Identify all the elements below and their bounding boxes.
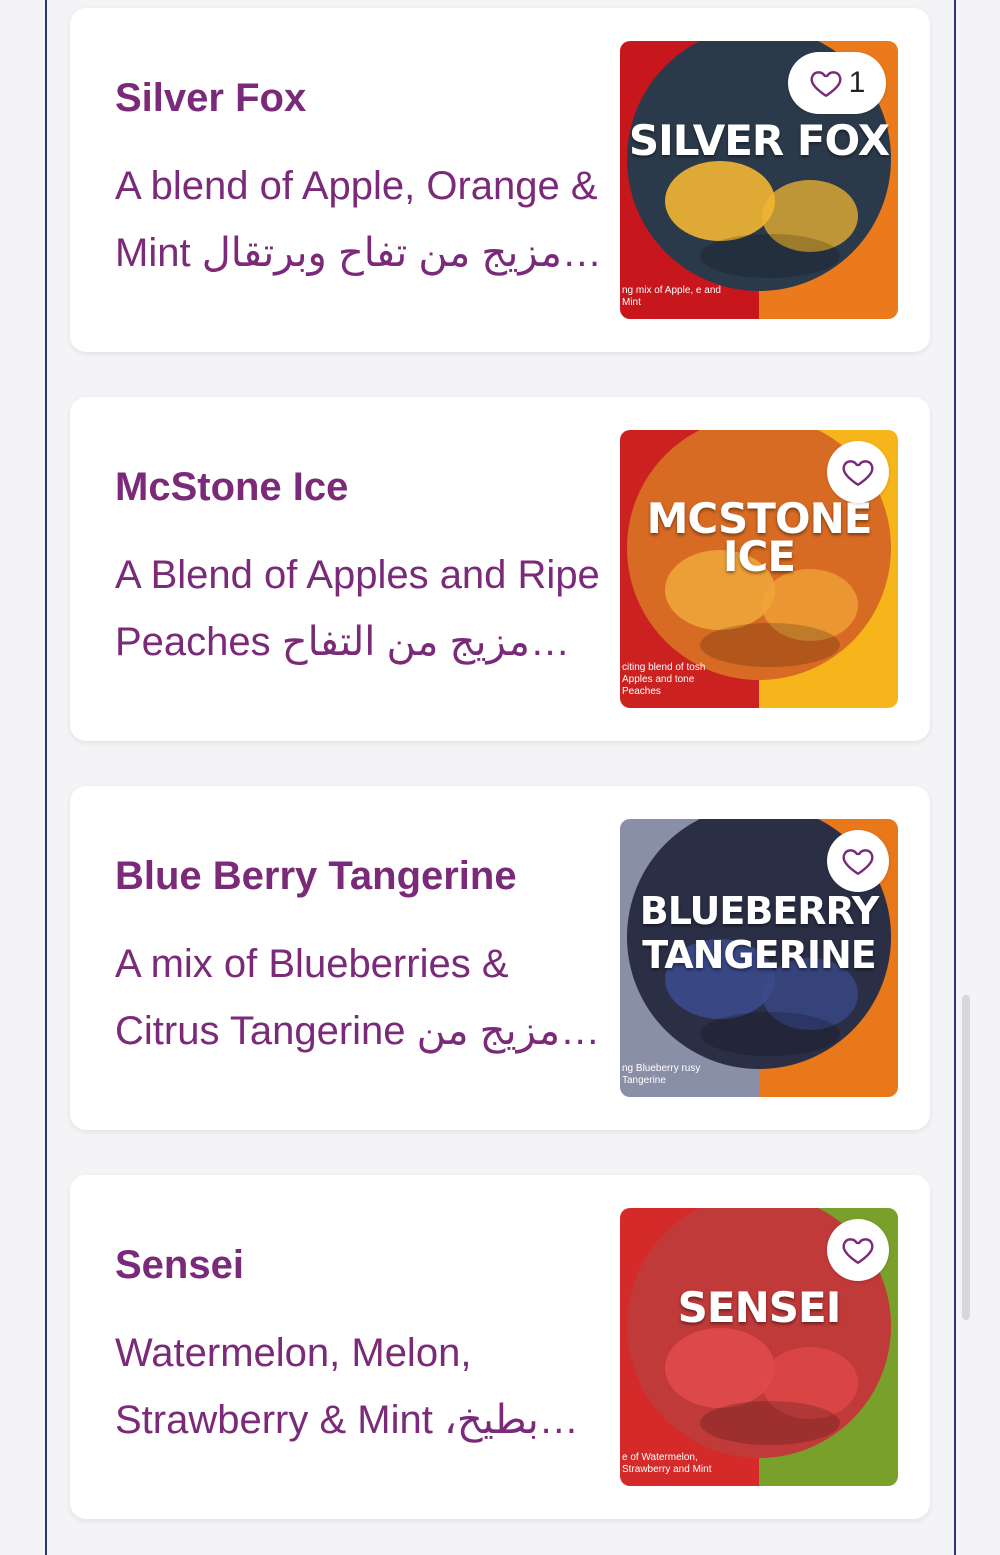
product-title: Sensei [115, 1243, 244, 1287]
product-title: Silver Fox [115, 76, 307, 120]
product-description: A Blend of Apples and Ripe Peaches مزيج … [115, 553, 600, 664]
favorite-button[interactable] [827, 1219, 889, 1281]
like-count: 1 [848, 66, 866, 99]
scrollbar[interactable] [962, 995, 970, 1320]
product-card[interactable]: Sensei Watermelon, Melon, Strawberry & M… [70, 1175, 930, 1519]
heart-icon [842, 460, 874, 486]
favorite-button[interactable] [827, 441, 889, 503]
heart-icon [842, 1238, 874, 1264]
product-card[interactable]: Silver Fox A blend of Apple, Orange & Mi… [70, 8, 930, 352]
favorite-button[interactable] [827, 830, 889, 892]
product-card[interactable]: McStone Ice A Blend of Apples and Ripe P… [70, 397, 930, 741]
heart-icon [842, 849, 874, 875]
image-caption: e of Watermelon, Strawberry and Mint [622, 1452, 712, 1475]
product-card[interactable]: Blue Berry Tangerine A mix of Blueberrie… [70, 786, 930, 1130]
product-description: A mix of Blueberries & Citrus Tangerine … [115, 942, 561, 1053]
image-overlay-text: BLUEBERRY TANGERINE [639, 889, 880, 977]
product-title: McStone Ice [115, 465, 349, 509]
heart-icon [810, 71, 842, 97]
image-overlay-text: MCSTONE ICE [646, 494, 873, 581]
image-caption: ng mix of Apple, e and Mint [622, 285, 721, 308]
product-description: Watermelon, Melon, Strawberry & Mint بطي… [115, 1331, 539, 1442]
favorite-button[interactable]: 1 [788, 52, 886, 114]
product-title: Blue Berry Tangerine [115, 854, 517, 898]
image-caption: ng Blueberry rusy Tangerine [622, 1063, 701, 1086]
product-description: A blend of Apple, Orange & Mint مزيج من … [115, 164, 598, 275]
image-caption: citing blend of tosh Apples and tone Pea… [622, 662, 706, 697]
image-overlay-text: SILVER FOX [628, 116, 890, 165]
image-overlay-text: SENSEI [677, 1283, 842, 1332]
